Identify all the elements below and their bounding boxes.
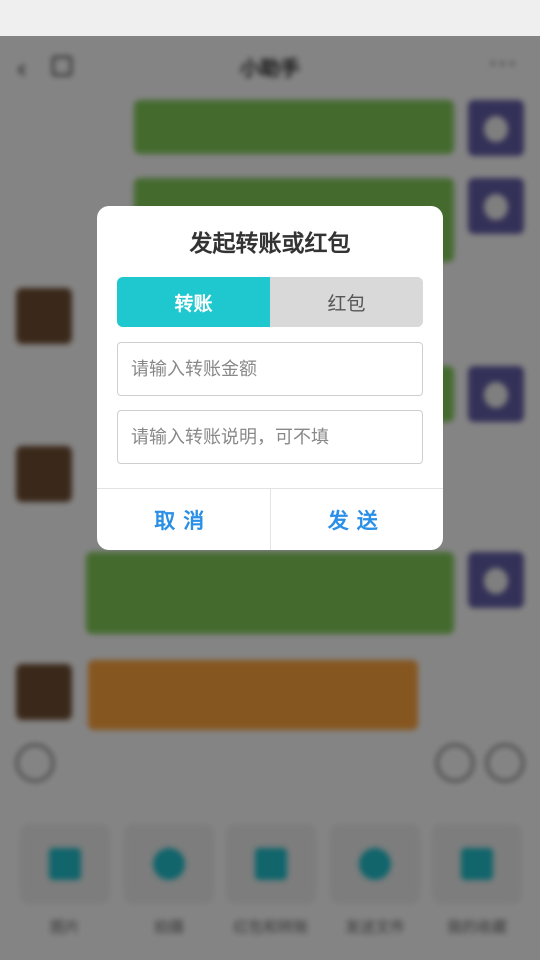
send-button[interactable]: 发送: [271, 489, 444, 550]
dialog-title: 发起转账或红包: [189, 231, 351, 257]
transfer-dialog: 发起转账或红包 转账 红包 取消 发送: [97, 206, 443, 550]
transfer-type-tabs: 转账 红包: [117, 277, 423, 327]
dialog-actions: 取消 发送: [97, 489, 443, 550]
note-input[interactable]: [131, 426, 422, 448]
cancel-button[interactable]: 取消: [97, 489, 270, 550]
status-bar: [0, 0, 540, 36]
amount-field[interactable]: [117, 342, 423, 396]
tab-red-packet[interactable]: 红包: [270, 277, 423, 327]
note-field[interactable]: [117, 410, 423, 464]
tab-transfer[interactable]: 转账: [117, 277, 270, 327]
amount-input[interactable]: [131, 358, 422, 380]
